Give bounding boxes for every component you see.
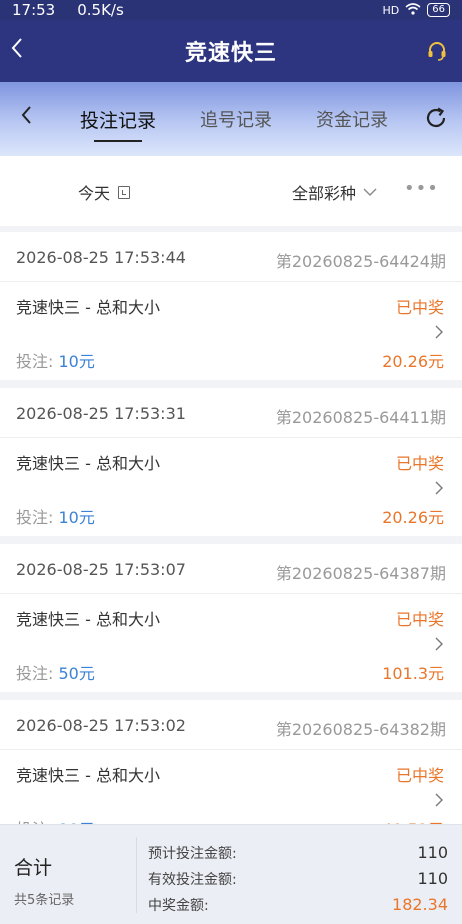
status-time: 17:53: [12, 1, 56, 19]
record-status: 已中奖: [395, 766, 444, 785]
record-header: 2026-08-25 17:53:02 第20260825-64382期: [0, 700, 462, 750]
refresh-button[interactable]: [424, 106, 448, 130]
record-bet: 投注: 10元: [16, 348, 95, 372]
chevron-right-icon: [434, 636, 444, 656]
chevron-right-icon: [434, 480, 444, 500]
record-bet: 投注: 50元: [16, 660, 95, 684]
wifi-icon: [405, 2, 421, 18]
headset-icon: [428, 42, 446, 61]
record-header: 2026-08-25 17:53:31 第20260825-64411期: [0, 388, 462, 438]
app-header: 竞速快三: [0, 20, 462, 82]
summary-expected-row: 预计投注金额: 110: [148, 843, 448, 865]
record-status: 已中奖: [395, 610, 444, 629]
status-bar: 17:53 0.5K/s HD 66: [0, 0, 462, 20]
bet-amount: 10元: [58, 508, 95, 527]
tab-fund-records[interactable]: 资金记录: [316, 82, 388, 156]
record-time: 2026-08-25 17:53:07: [16, 560, 186, 579]
bet-label: 投注:: [16, 508, 59, 527]
record-status: 已中奖: [395, 298, 444, 317]
record-card[interactable]: 2026-08-25 17:53:44 第20260825-64424期 竞速快…: [0, 232, 462, 380]
record-status: 已中奖: [395, 454, 444, 473]
effective-bet-value: 110: [417, 869, 448, 888]
lottery-filter-label: 全部彩种: [292, 184, 357, 203]
effective-bet-label: 有效投注金额:: [148, 872, 237, 888]
chevron-down-icon: [363, 188, 377, 196]
bet-label: 投注:: [16, 352, 59, 371]
record-issue: 第20260825-64424期: [275, 252, 446, 271]
back-button[interactable]: [10, 36, 24, 66]
bet-record-list: 2026-08-25 17:53:44 第20260825-64424期 竞速快…: [0, 232, 462, 856]
customer-service-button[interactable]: [426, 40, 448, 62]
record-game-name: 竞速快三 - 总和大小: [16, 454, 160, 473]
summary-total-block: 合计 共5条记录: [0, 825, 136, 924]
record-card[interactable]: 2026-08-25 17:53:07 第20260825-64387期 竞速快…: [0, 544, 462, 692]
record-card[interactable]: 2026-08-25 17:53:31 第20260825-64411期 竞速快…: [0, 388, 462, 536]
summary-win-row: 中奖金额: 182.34: [148, 895, 448, 917]
record-tab-bar: 投注记录 追号记录 资金记录: [0, 82, 462, 156]
expected-bet-label: 预计投注金额:: [148, 846, 237, 862]
tab-bet-records[interactable]: 投注记录: [80, 82, 156, 156]
record-game-name: 竞速快三 - 总和大小: [16, 610, 160, 629]
record-header: 2026-08-25 17:53:07 第20260825-64387期: [0, 544, 462, 594]
record-issue: 第20260825-64387期: [275, 564, 446, 583]
page-title: 竞速快三: [184, 41, 277, 66]
record-win-amount: 20.26元: [382, 508, 444, 527]
record-header: 2026-08-25 17:53:44 第20260825-64424期: [0, 232, 462, 282]
expected-bet-value: 110: [417, 843, 448, 862]
date-filter-label: 今天: [78, 184, 111, 203]
record-win-amount: 20.26元: [382, 352, 444, 371]
summary-effective-row: 有效投注金额: 110: [148, 869, 448, 891]
summary-record-count: 共5条记录: [14, 893, 75, 908]
tab-chase-records[interactable]: 追号记录: [200, 82, 272, 156]
battery-icon: 66: [427, 3, 450, 17]
date-filter[interactable]: 今天: [78, 180, 131, 204]
more-options-icon[interactable]: •••: [404, 178, 439, 199]
chevron-right-icon: [434, 792, 444, 812]
record-issue: 第20260825-64411期: [275, 408, 446, 427]
record-game-name: 竞速快三 - 总和大小: [16, 766, 160, 785]
record-win-amount: 101.3元: [382, 664, 444, 683]
win-amount-value: 182.34: [392, 895, 448, 914]
calendar-icon: [118, 185, 131, 199]
bet-amount: 10元: [58, 352, 95, 371]
chevron-left-icon: [11, 38, 22, 58]
bet-amount: 50元: [58, 664, 95, 683]
record-issue: 第20260825-64382期: [275, 720, 446, 739]
filter-bar: 今天 全部彩种 •••: [0, 156, 462, 226]
signal-indicator: HD: [382, 3, 400, 17]
summary-total-label: 合计: [14, 857, 53, 879]
lottery-filter[interactable]: 全部彩种: [292, 180, 378, 204]
network-speed: 0.5K/s: [77, 1, 124, 19]
record-time: 2026-08-25 17:53:31: [16, 404, 186, 423]
chevron-right-icon: [434, 324, 444, 344]
record-time: 2026-08-25 17:53:44: [16, 248, 186, 267]
bet-label: 投注:: [16, 664, 59, 683]
record-time: 2026-08-25 17:53:02: [16, 716, 186, 735]
chevron-left-icon: [21, 106, 31, 124]
summary-divider: [136, 837, 137, 913]
record-game-name: 竞速快三 - 总和大小: [16, 298, 160, 317]
refresh-icon: [426, 107, 446, 128]
record-bet: 投注: 10元: [16, 504, 95, 528]
summary-footer: 合计 共5条记录 预计投注金额: 110 有效投注金额: 110 中奖金额: 1…: [0, 824, 462, 924]
tab-back-button[interactable]: [20, 104, 32, 132]
win-amount-label: 中奖金额:: [148, 898, 209, 914]
